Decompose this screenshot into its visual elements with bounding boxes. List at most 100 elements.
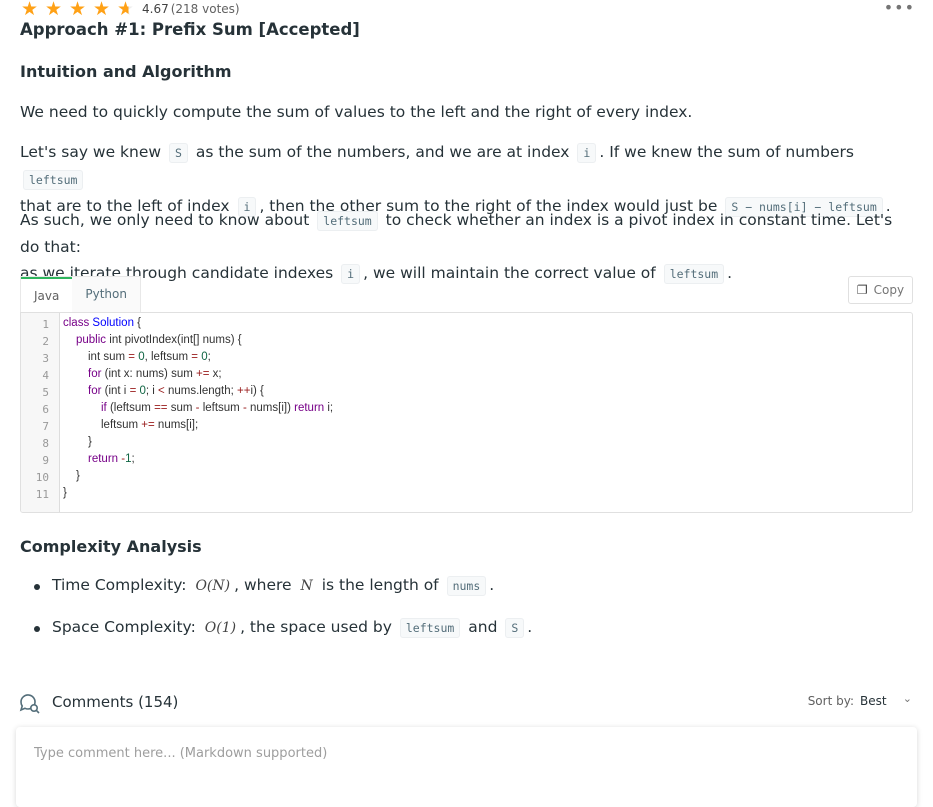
- code-token: if: [101, 402, 107, 414]
- inline-code: leftsum: [663, 264, 725, 284]
- star-icon[interactable]: ★: [20, 0, 39, 19]
- rating-votes: (218 votes): [170, 2, 240, 16]
- rating: ★ ★ ★ ★ ★ 4.67 (218 votes): [20, 0, 240, 19]
- code-line: for (int i = 0; i < nums.length; ++i) {: [88, 385, 264, 397]
- code-token: for: [88, 368, 102, 380]
- code-token: ; i: [145, 385, 155, 397]
- code-line: }: [88, 436, 92, 448]
- section-heading-complexity: Complexity Analysis: [20, 537, 202, 556]
- sort-label: Sort by:: [807, 694, 854, 708]
- code-token: (int x: nums) sum: [104, 368, 193, 380]
- code-token: Solution: [92, 317, 134, 329]
- line-number: 4: [42, 369, 49, 382]
- text: as the sum of the numbers, and we are at…: [195, 143, 570, 161]
- code-token: }: [88, 436, 92, 448]
- code-token: return: [294, 402, 325, 414]
- text: and: [468, 618, 498, 636]
- line-number: 6: [42, 403, 49, 416]
- code-token: ++: [237, 385, 251, 397]
- code-line: public int pivotIndex(int[] nums) {: [76, 334, 242, 346]
- text: , the space used by: [240, 618, 392, 636]
- line-number: 9: [42, 454, 49, 467]
- line-number: 8: [42, 437, 49, 450]
- tab-java[interactable]: Java: [21, 277, 73, 313]
- line-number: 5: [42, 386, 49, 399]
- copy-button[interactable]: ❐ Copy: [848, 276, 913, 304]
- comments-header: Comments (154) Sort by: Best ⌄: [18, 692, 918, 714]
- code-line: return -1;: [88, 453, 135, 465]
- text: is the length of: [321, 576, 439, 594]
- code-token: x;: [212, 368, 222, 380]
- copy-icon: ❐: [856, 283, 868, 297]
- more-options-icon[interactable]: •••: [884, 0, 915, 17]
- time-complexity-item: Time Complexity: O(N), where N is the le…: [33, 576, 495, 596]
- code-token: =: [129, 385, 137, 397]
- approach-title: Approach #1: Prefix Sum [Accepted]: [20, 20, 360, 39]
- code-token: return: [88, 453, 119, 465]
- text: .: [727, 264, 733, 282]
- code-token: i) {: [250, 385, 264, 397]
- section-heading-intuition: Intuition and Algorithm: [20, 62, 232, 81]
- code-line: }: [76, 470, 80, 482]
- code-token: class: [63, 317, 90, 329]
- text: Space Complexity:: [52, 618, 196, 636]
- code-token: int: [109, 334, 122, 346]
- code-token: +=: [141, 419, 155, 431]
- paragraph-3: As such, we only need to know about left…: [20, 207, 913, 287]
- paragraph-1: We need to quickly compute the sum of va…: [20, 103, 693, 121]
- half-star-icon[interactable]: ★: [116, 0, 135, 19]
- code-token: leftsum: [202, 402, 240, 414]
- tab-python[interactable]: Python: [72, 277, 140, 313]
- text: .: [489, 576, 495, 594]
- code-token: pivotIndex(int[] nums) {: [124, 334, 242, 346]
- code-token: nums[i];: [157, 419, 199, 431]
- space-complexity-item: Space Complexity: O(1), the space used b…: [33, 618, 533, 638]
- code-token: ;: [131, 453, 135, 465]
- star-icon[interactable]: ★: [44, 0, 63, 19]
- code-line: class Solution {: [63, 317, 141, 329]
- line-number: 7: [42, 420, 49, 433]
- chevron-down-icon: ⌄: [902, 692, 912, 705]
- inline-code: S: [169, 143, 188, 163]
- code-language-tabs: Java Python: [20, 276, 141, 313]
- line-number: 2: [42, 335, 49, 348]
- comment-input[interactable]: [32, 745, 896, 762]
- code-token: nums[i]): [250, 402, 291, 414]
- code-token: public: [76, 334, 107, 346]
- code-editor[interactable]: 1 2 3 4 5 6 7 8 9 10 11 class Solution {…: [20, 312, 913, 513]
- text: , where: [234, 576, 292, 594]
- comment-box: [16, 727, 917, 807]
- code-token: , leftsum: [144, 351, 189, 363]
- code-line: }: [63, 487, 67, 499]
- text: . If we knew the sum of numbers: [599, 143, 854, 161]
- code-token: (leftsum: [109, 402, 151, 414]
- inline-code: i: [577, 143, 597, 163]
- line-number: 1: [42, 318, 49, 331]
- inline-code: leftsum: [317, 211, 378, 231]
- code-token: ;: [207, 351, 211, 363]
- copy-label: Copy: [873, 283, 905, 297]
- code-token: for: [88, 385, 102, 397]
- code-token: {: [137, 317, 142, 329]
- sort-select[interactable]: Best ⌄: [860, 692, 916, 708]
- text: .: [527, 618, 533, 636]
- text: As such, we only need to know about: [20, 211, 310, 229]
- star-icon[interactable]: ★: [68, 0, 87, 19]
- code-token: =: [191, 351, 198, 363]
- line-number: 3: [42, 352, 49, 365]
- code-token: ==: [154, 402, 168, 414]
- code-line: if (leftsum == sum - leftsum - nums[i]) …: [101, 402, 333, 414]
- math: N: [300, 578, 313, 594]
- rating-value: 4.67: [142, 2, 169, 16]
- text: Time Complexity:: [52, 576, 187, 594]
- code-token: }: [63, 487, 67, 499]
- code-token: -: [242, 402, 247, 414]
- comment-icon: [19, 694, 40, 714]
- code-token: -: [195, 402, 200, 414]
- line-number: 11: [35, 488, 49, 501]
- star-icon[interactable]: ★: [92, 0, 111, 19]
- code-token: }: [76, 470, 80, 482]
- inline-code: leftsum: [399, 618, 461, 638]
- inline-code: S: [505, 618, 525, 638]
- code-token: +=: [196, 368, 210, 380]
